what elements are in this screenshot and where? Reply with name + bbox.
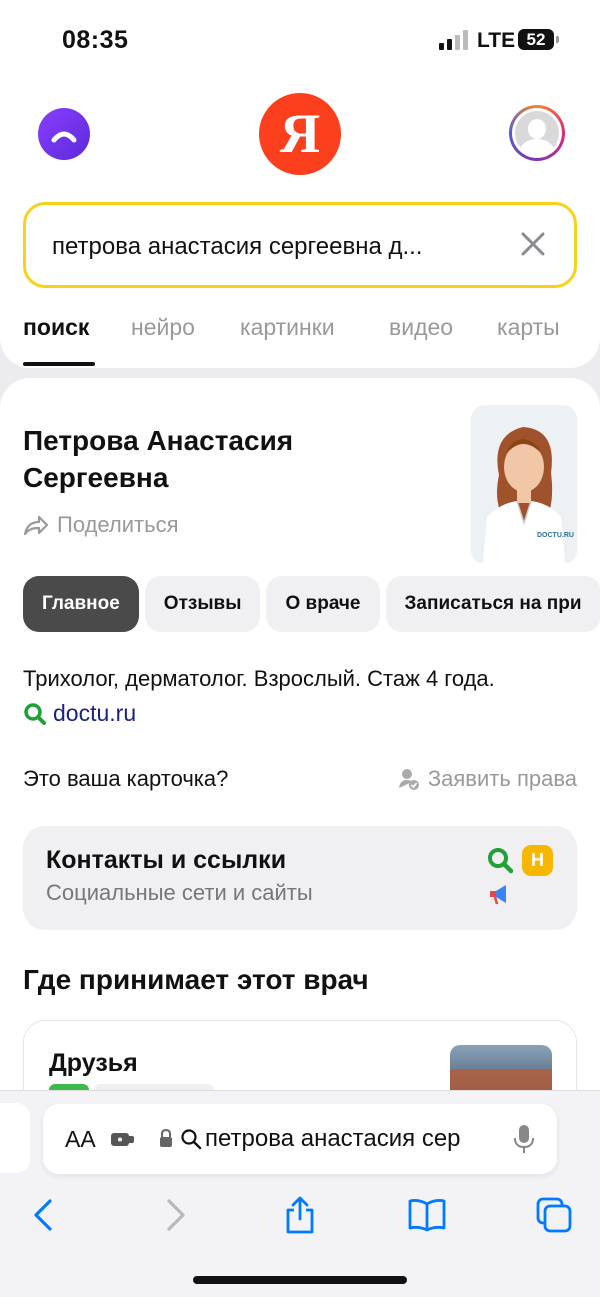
doctor-name-line1: Петрова Анастасия: [23, 425, 294, 456]
active-tab-indicator: [23, 362, 95, 366]
address-bar[interactable]: AA петрова анастасия сер: [43, 1104, 557, 1174]
chip-main[interactable]: Главное: [23, 576, 139, 632]
source-link[interactable]: doctu.ru: [23, 700, 136, 727]
alice-icon: [51, 131, 77, 143]
home-indicator[interactable]: [193, 1276, 407, 1284]
tab-search[interactable]: поиск: [23, 314, 89, 341]
card-sections-chips: Главное Отзывы О враче Записаться на при: [23, 576, 600, 632]
where-works-title: Где принимает этот врач: [23, 964, 369, 995]
megaphone-icon: [490, 885, 506, 905]
green-search-icon: [488, 848, 514, 874]
search-tabs: поиск нейро картинки видео карты: [0, 312, 600, 368]
search-header: Я петрова анастасия сергеевна д... поиск…: [0, 80, 600, 368]
battery-icon: 52: [518, 29, 559, 50]
previous-tab-preview[interactable]: [0, 1103, 30, 1173]
share-arrow-icon: [23, 515, 49, 536]
tab-images[interactable]: картинки: [240, 314, 335, 341]
share-icon[interactable]: [280, 1195, 320, 1235]
green-search-icon: [24, 702, 46, 725]
clear-search-icon[interactable]: [520, 231, 546, 257]
reader-aa-button[interactable]: AA: [65, 1126, 96, 1153]
alice-assistant-button[interactable]: [38, 108, 90, 160]
photo-brand-watermark: DOCTU.RU: [537, 532, 574, 539]
profile-avatar-button[interactable]: [509, 105, 565, 161]
network-type: LTE: [477, 29, 516, 52]
contacts-subtitle: Социальные сети и сайты: [46, 880, 313, 905]
doctor-portrait: DOCTU.RU: [471, 405, 577, 564]
ownership-question: Это ваша карточка?: [23, 766, 229, 791]
microphone-icon[interactable]: [513, 1124, 535, 1154]
doctor-name: Петрова Анастасия Сергеевна: [23, 422, 293, 496]
tab-neuro[interactable]: нейро: [131, 314, 195, 341]
doctor-description: Трихолог, дерматолог. Взрослый. Стаж 4 г…: [23, 666, 495, 691]
person-check-icon: [398, 769, 419, 790]
entity-card: Петрова Анастасия Сергеевна Поделиться D…: [0, 378, 600, 1160]
doctor-photo[interactable]: DOCTU.RU: [471, 405, 577, 564]
bookmarks-icon[interactable]: [407, 1195, 447, 1235]
tab-video[interactable]: видео: [389, 314, 453, 341]
lock-icon: [160, 1128, 172, 1147]
share-button[interactable]: Поделиться: [23, 512, 178, 538]
status-time: 08:35: [62, 26, 129, 54]
contacts-title: Контакты и ссылки: [46, 846, 287, 874]
claim-rights-button[interactable]: Заявить права: [398, 766, 577, 792]
claim-rights-label: Заявить права: [427, 766, 577, 791]
share-label: Поделиться: [57, 512, 179, 537]
forward-icon[interactable]: [155, 1195, 195, 1235]
search-icon: [181, 1129, 202, 1150]
browser-bottom-bar: AA петрова анастасия сер: [0, 1090, 600, 1297]
status-bar: 08:35 LTE 52: [0, 0, 600, 80]
back-icon[interactable]: [24, 1195, 64, 1235]
contacts-block[interactable]: Контакты и ссылки Социальные сети и сайт…: [23, 826, 577, 930]
chip-reviews[interactable]: Отзывы: [144, 576, 261, 632]
yandex-logo[interactable]: Я: [259, 93, 341, 175]
avatar-icon: [515, 111, 559, 155]
hh-badge-icon: Н: [522, 845, 553, 876]
url-text: петрова анастасия сер: [205, 1125, 461, 1152]
search-query-text: петрова анастасия сергеевна д...: [52, 233, 423, 260]
tab-maps[interactable]: карты: [497, 314, 560, 341]
doctor-name-line2: Сергеевна: [23, 462, 169, 493]
chip-about-doctor[interactable]: О враче: [266, 576, 380, 632]
cellular-signal-icon: [439, 30, 468, 50]
source-link-text: doctu.ru: [53, 700, 137, 726]
tabs-icon[interactable]: [534, 1195, 574, 1235]
clinic-name: Друзья: [49, 1049, 138, 1077]
extension-icon[interactable]: [110, 1128, 136, 1150]
search-input[interactable]: петрова анастасия сергеевна д...: [23, 202, 577, 288]
chip-book-appointment[interactable]: Записаться на при: [385, 576, 600, 632]
